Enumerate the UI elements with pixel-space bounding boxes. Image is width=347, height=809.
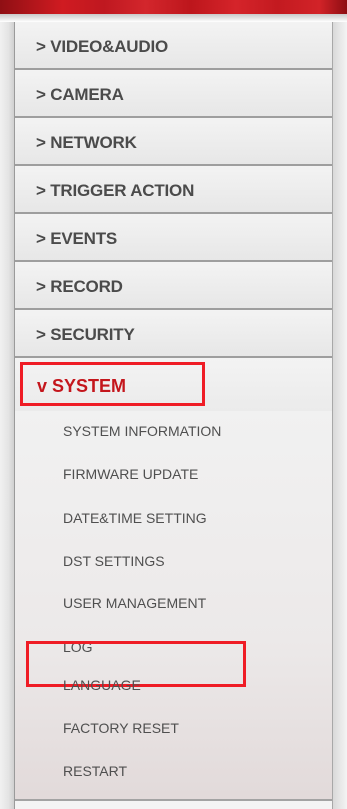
menu-item-label: > EVENTS [36, 229, 118, 248]
menu-item-record[interactable]: > RECORD [15, 262, 332, 310]
menu-item-label: > RECORD [36, 277, 123, 296]
side-navigation-panel: > VIDEO&AUDIO > CAMERA > NETWORK > TRIGG… [0, 0, 347, 809]
right-divider [332, 22, 333, 809]
top-accent-bar [0, 0, 347, 22]
submenu-item-firmware-update[interactable]: FIRMWARE UPDATE [63, 466, 198, 482]
menu-item-video-audio[interactable]: > VIDEO&AUDIO [15, 22, 332, 70]
settings-menu: > VIDEO&AUDIO > CAMERA > NETWORK > TRIGG… [15, 22, 332, 809]
right-border [333, 22, 347, 809]
menu-item-label: > CAMERA [36, 85, 124, 104]
left-border [0, 22, 14, 809]
menu-item-system-label: v SYSTEM [37, 376, 127, 396]
submenu-item-language[interactable]: LANGUAGE [63, 677, 141, 693]
bottom-fill [15, 801, 332, 809]
menu-item-label: > SECURITY [36, 325, 135, 344]
top-red-strip [0, 0, 347, 14]
top-fade [0, 14, 347, 22]
menu-item-label: > TRIGGER ACTION [36, 181, 195, 200]
menu-item-security[interactable]: > SECURITY [15, 310, 332, 358]
submenu-item-factory-reset[interactable]: FACTORY RESET [63, 720, 179, 736]
menu-item-trigger-action[interactable]: > TRIGGER ACTION [15, 166, 332, 214]
menu-item-label: > VIDEO&AUDIO [36, 37, 169, 56]
menu-item-events[interactable]: > EVENTS [15, 214, 332, 262]
menu-item-system-expanded[interactable]: v SYSTEM [15, 358, 332, 411]
submenu-item-user-management[interactable]: USER MANAGEMENT [63, 595, 206, 611]
submenu-item-date-time-setting[interactable]: DATE&TIME SETTING [63, 510, 207, 526]
menu-item-label: > NETWORK [36, 133, 137, 152]
system-submenu: SYSTEM INFORMATION FIRMWARE UPDATE DATE&… [15, 411, 332, 809]
submenu-item-dst-settings[interactable]: DST SETTINGS [63, 553, 165, 569]
menu-item-network[interactable]: > NETWORK [15, 118, 332, 166]
menu-item-camera[interactable]: > CAMERA [15, 70, 332, 118]
submenu-item-restart[interactable]: RESTART [63, 763, 127, 779]
submenu-item-system-information[interactable]: SYSTEM INFORMATION [63, 423, 221, 439]
